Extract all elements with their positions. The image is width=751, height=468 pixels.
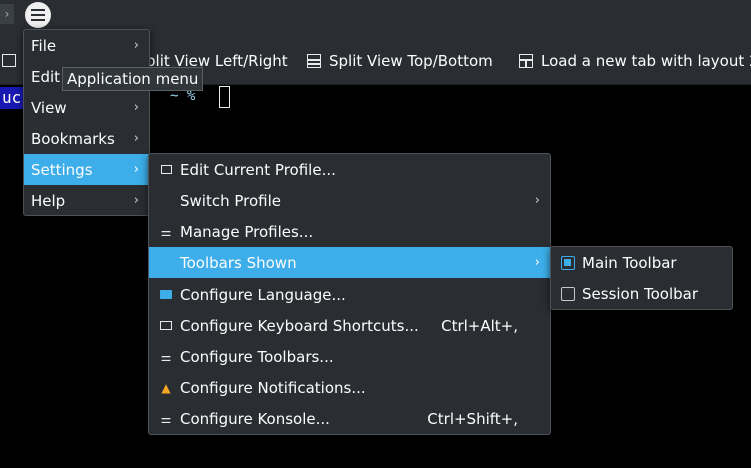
- toolbars-shown-label: Toolbars Shown: [180, 253, 297, 272]
- bell-icon: ▲: [161, 380, 171, 395]
- configure-language-label: Configure Language...: [180, 285, 346, 304]
- menu-edit-label: Edit: [31, 67, 61, 86]
- manage-profiles-item[interactable]: ⚌ Manage Profiles...: [149, 216, 550, 247]
- menu-settings[interactable]: Settings ›: [24, 154, 149, 185]
- edit-profile-icon: [159, 163, 173, 177]
- menu-help-label: Help: [31, 191, 66, 210]
- sliders-icon: ⚌: [160, 411, 172, 426]
- menu-help[interactable]: Help ›: [24, 185, 149, 216]
- edit-current-profile-item[interactable]: Edit Current Profile...: [149, 154, 550, 185]
- split-top-bottom-label: Split View Top/Bottom: [329, 52, 493, 70]
- new-tab-icon[interactable]: [2, 54, 16, 67]
- hamburger-menu-icon[interactable]: [25, 2, 51, 28]
- menu-bookmarks-label: Bookmarks: [31, 129, 115, 148]
- terminal-prompt: uc: [0, 87, 24, 109]
- configure-toolbars-item[interactable]: ⚌ Configure Toolbars...: [149, 341, 550, 372]
- main-toolbar-label: Main Toolbar: [582, 253, 677, 272]
- application-menu-tooltip: Application menu: [62, 67, 204, 91]
- menu-bookmarks[interactable]: Bookmarks ›: [24, 123, 149, 154]
- chevron-right-icon: ›: [133, 131, 139, 146]
- menu-file-label: File: [31, 36, 57, 55]
- menu-file[interactable]: File ›: [24, 30, 149, 61]
- sliders-icon: ⚌: [160, 224, 172, 239]
- chevron-right-icon: ›: [133, 162, 139, 177]
- application-menu: File › Edit › View › Bookmarks › Setting…: [23, 29, 150, 216]
- keyboard-icon: [159, 319, 173, 333]
- configure-language-item[interactable]: Configure Language...: [149, 279, 550, 310]
- chevron-right-icon: ›: [133, 193, 139, 208]
- split-top-bottom-button[interactable]: Split View Top/Bottom: [307, 50, 493, 72]
- configure-shortcuts-label: Configure Keyboard Shortcuts...: [180, 316, 419, 335]
- chevron-right-icon: ›: [534, 193, 540, 208]
- chevron-right-icon: ›: [133, 100, 139, 115]
- chevron-right-icon: ›: [534, 255, 540, 270]
- configure-konsole-label: Configure Konsole...: [180, 409, 330, 428]
- load-layout-button[interactable]: Load a new tab with layout 2: [519, 50, 751, 72]
- manage-profiles-label: Manage Profiles...: [180, 222, 314, 241]
- terminal-cursor: [219, 86, 230, 108]
- switch-profile-item[interactable]: Switch Profile ›: [149, 185, 550, 216]
- configure-konsole-item[interactable]: ⚌ Configure Konsole... Ctrl+Shift+,: [149, 403, 550, 434]
- layout-icon: [519, 54, 533, 68]
- menu-settings-label: Settings: [31, 160, 93, 179]
- configure-shortcuts-shortcut: Ctrl+Alt+,: [441, 316, 518, 335]
- configure-konsole-shortcut: Ctrl+Shift+,: [427, 409, 518, 428]
- configure-notifications-label: Configure Notifications...: [180, 378, 366, 397]
- load-layout-label: Load a new tab with layout 2: [541, 52, 751, 70]
- configure-shortcuts-item[interactable]: Configure Keyboard Shortcuts... Ctrl+Alt…: [149, 310, 550, 341]
- chevron-right-icon: ›: [133, 38, 139, 53]
- main-toolbar-toggle[interactable]: Main Toolbar: [551, 247, 732, 278]
- checkbox-unchecked-icon[interactable]: [561, 286, 575, 301]
- edit-current-profile-label: Edit Current Profile...: [180, 160, 336, 179]
- session-toolbar-label: Session Toolbar: [582, 284, 699, 303]
- configure-notifications-item[interactable]: ▲ Configure Notifications...: [149, 372, 550, 403]
- menu-view[interactable]: View ›: [24, 92, 149, 123]
- switch-profile-label: Switch Profile: [180, 191, 282, 210]
- top-bar: ›: [0, 0, 751, 30]
- session-toolbar-toggle[interactable]: Session Toolbar: [551, 278, 732, 309]
- split-view-icon: [307, 54, 321, 68]
- language-icon: [159, 288, 173, 302]
- chevron-right-icon[interactable]: ›: [0, 4, 14, 24]
- toolbars-shown-submenu: Main Toolbar Session Toolbar: [550, 246, 733, 310]
- settings-submenu: Edit Current Profile... Switch Profile ›…: [148, 153, 551, 435]
- menu-view-label: View: [31, 98, 67, 117]
- configure-toolbars-label: Configure Toolbars...: [180, 347, 334, 366]
- sliders-icon: ⚌: [160, 349, 172, 364]
- toolbars-shown-item[interactable]: Toolbars Shown ›: [149, 247, 550, 278]
- checkbox-checked-icon[interactable]: [561, 255, 575, 270]
